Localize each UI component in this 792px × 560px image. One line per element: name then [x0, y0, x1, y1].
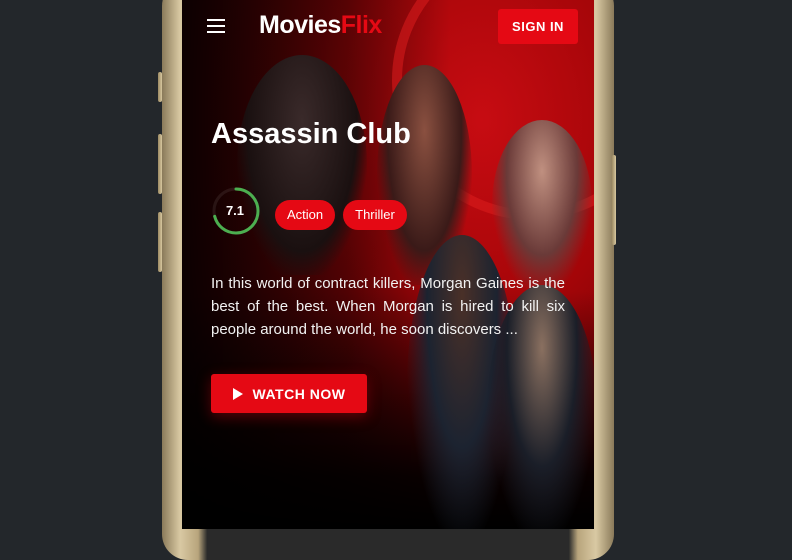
phone-power-button	[612, 155, 616, 245]
play-icon	[232, 387, 243, 400]
watch-now-button[interactable]: WATCH NOW	[211, 374, 367, 413]
genre-tag-thriller[interactable]: Thriller	[343, 200, 407, 230]
hero-figure	[237, 55, 367, 275]
movie-title: Assassin Club	[211, 118, 411, 150]
phone-side-button	[158, 72, 162, 102]
rating-value: 7.1	[225, 203, 245, 218]
movie-description: In this world of contract killers, Morga…	[211, 275, 565, 338]
sign-in-button[interactable]: SIGN IN	[498, 9, 578, 44]
top-bar: MoviesFlix SIGN IN	[182, 0, 594, 54]
rating-circle: 7.1	[211, 186, 261, 236]
genre-tag-action[interactable]: Action	[275, 200, 336, 230]
app-screen: MoviesFlix SIGN IN Assassin Club 7.1 Act…	[182, 0, 594, 529]
logo[interactable]: MoviesFlix	[259, 11, 382, 40]
watch-now-label: WATCH NOW	[252, 385, 346, 402]
phone-side-button	[158, 134, 162, 194]
hamburger-menu-icon[interactable]	[207, 19, 227, 34]
logo-text-main: Movies	[259, 11, 341, 39]
genre-list: Action Thriller	[275, 200, 407, 230]
phone-side-button	[158, 212, 162, 272]
logo-text-accent: Flix	[340, 11, 383, 39]
hero-figure	[492, 120, 592, 290]
